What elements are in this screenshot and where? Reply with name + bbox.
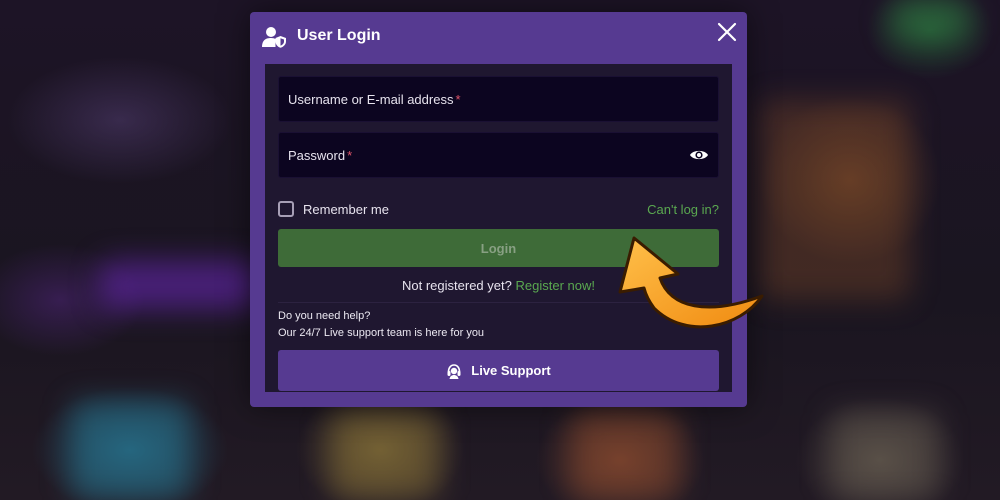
username-field[interactable]: Username or E-mail address * (278, 76, 719, 122)
live-support-button[interactable]: Live Support (278, 350, 719, 391)
password-input[interactable] (279, 133, 718, 177)
remember-me[interactable]: Remember me (278, 200, 389, 218)
eye-icon[interactable] (689, 148, 709, 162)
user-shield-icon (262, 27, 286, 48)
close-icon[interactable] (717, 22, 737, 42)
register-link[interactable]: Register now! (515, 278, 594, 293)
cant-login-link[interactable]: Can't log in? (647, 202, 719, 217)
pointer-arrow-icon (618, 236, 764, 329)
live-support-label: Live Support (471, 363, 551, 378)
remember-checkbox[interactable] (278, 201, 294, 217)
help-heading: Do you need help? (278, 310, 371, 322)
modal-title: User Login (297, 27, 381, 44)
password-field[interactable]: Password * (278, 132, 719, 178)
headset-icon (447, 363, 461, 379)
not-registered-text: Not registered yet? (402, 278, 512, 293)
help-text: Our 24/7 Live support team is here for y… (278, 327, 485, 339)
modal-header: User Login (250, 12, 747, 62)
username-input[interactable] (279, 77, 718, 121)
remember-label: Remember me (303, 201, 389, 217)
